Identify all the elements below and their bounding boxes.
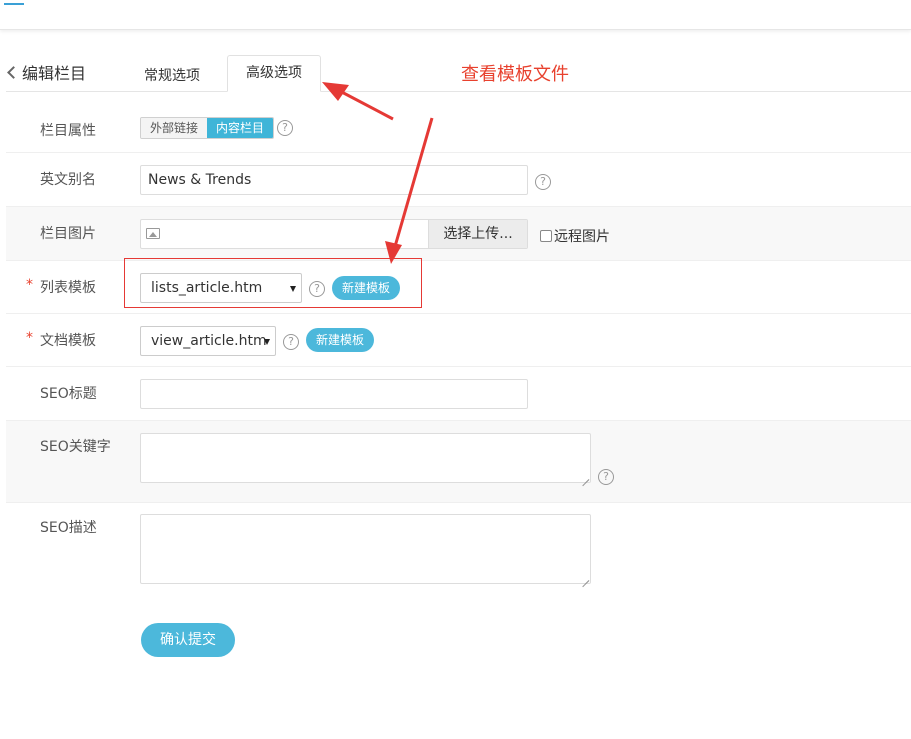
column-image-label: 栏目图片 [40, 226, 96, 242]
doc-template-select[interactable]: view_article.htm [140, 326, 276, 356]
resize-handle-icon[interactable] [581, 574, 589, 582]
row-english-alias: 英文别名 News & Trends ? [6, 153, 911, 207]
toggle-content-column[interactable]: 内容栏目 [207, 118, 274, 138]
seo-description-label: SEO描述 [40, 520, 97, 536]
back-button[interactable]: 编辑栏目 [6, 60, 86, 84]
new-doc-template-button[interactable]: 新建模板 [306, 328, 375, 352]
hamburger-menu-icon[interactable] [4, 0, 24, 10]
column-type-toggle: 外部链接 内容栏目 [140, 117, 275, 139]
row-seo-description: SEO描述 [6, 503, 911, 598]
help-icon[interactable]: ? [277, 120, 293, 136]
help-icon[interactable]: ? [283, 334, 299, 350]
row-seo-title: SEO标题 [6, 367, 911, 421]
doc-template-value: view_article.htm [151, 333, 267, 349]
column-type-label: 栏目属性 [40, 123, 96, 139]
dropdown-caret-icon [264, 339, 270, 345]
row-column-image: 栏目图片 选择上传... 远程图片 [6, 207, 911, 261]
help-icon[interactable]: ? [535, 174, 551, 190]
annotation-highlight-box [124, 258, 422, 308]
list-template-label: 列表模板 [40, 280, 96, 296]
seo-keywords-label: SEO关键字 [40, 439, 111, 455]
column-image-field[interactable]: 选择上传... [140, 219, 528, 249]
annotation-hint-text: 查看模板文件 [461, 64, 569, 85]
remote-image-label: 远程图片 [554, 229, 610, 245]
row-column-type: 栏目属性 外部链接 内容栏目 ? [6, 100, 911, 153]
row-doc-template: * 文档模板 view_article.htm ? 新建模板 [6, 314, 911, 367]
tab-general-options[interactable]: 常规选项 [126, 59, 218, 95]
doc-template-label: 文档模板 [40, 333, 96, 349]
page-title: 编辑栏目 [22, 64, 87, 83]
english-alias-input[interactable]: News & Trends [140, 165, 528, 195]
seo-keywords-textarea[interactable] [140, 433, 591, 483]
required-mark: * [26, 277, 33, 293]
row-seo-keywords: SEO关键字 ? [6, 421, 911, 503]
seo-description-textarea[interactable] [140, 514, 591, 584]
upload-button[interactable]: 选择上传... [428, 220, 527, 248]
image-icon [146, 228, 160, 239]
checkbox-icon[interactable] [540, 230, 552, 242]
remote-image-checkbox[interactable]: 远程图片 [540, 226, 610, 246]
required-mark: * [26, 330, 33, 346]
toggle-external-link[interactable]: 外部链接 [141, 118, 208, 138]
submit-button[interactable]: 确认提交 [141, 623, 235, 657]
top-bar [0, 0, 911, 30]
title-bar: 编辑栏目 常规选项 高级选项 [6, 55, 911, 95]
help-icon[interactable]: ? [598, 469, 614, 485]
tab-advanced-options[interactable]: 高级选项 [227, 55, 321, 92]
seo-title-label: SEO标题 [40, 386, 97, 402]
resize-handle-icon[interactable] [581, 473, 589, 481]
english-alias-label: 英文别名 [40, 172, 96, 188]
chevron-left-icon[interactable] [6, 65, 16, 79]
seo-title-input[interactable] [140, 379, 528, 409]
